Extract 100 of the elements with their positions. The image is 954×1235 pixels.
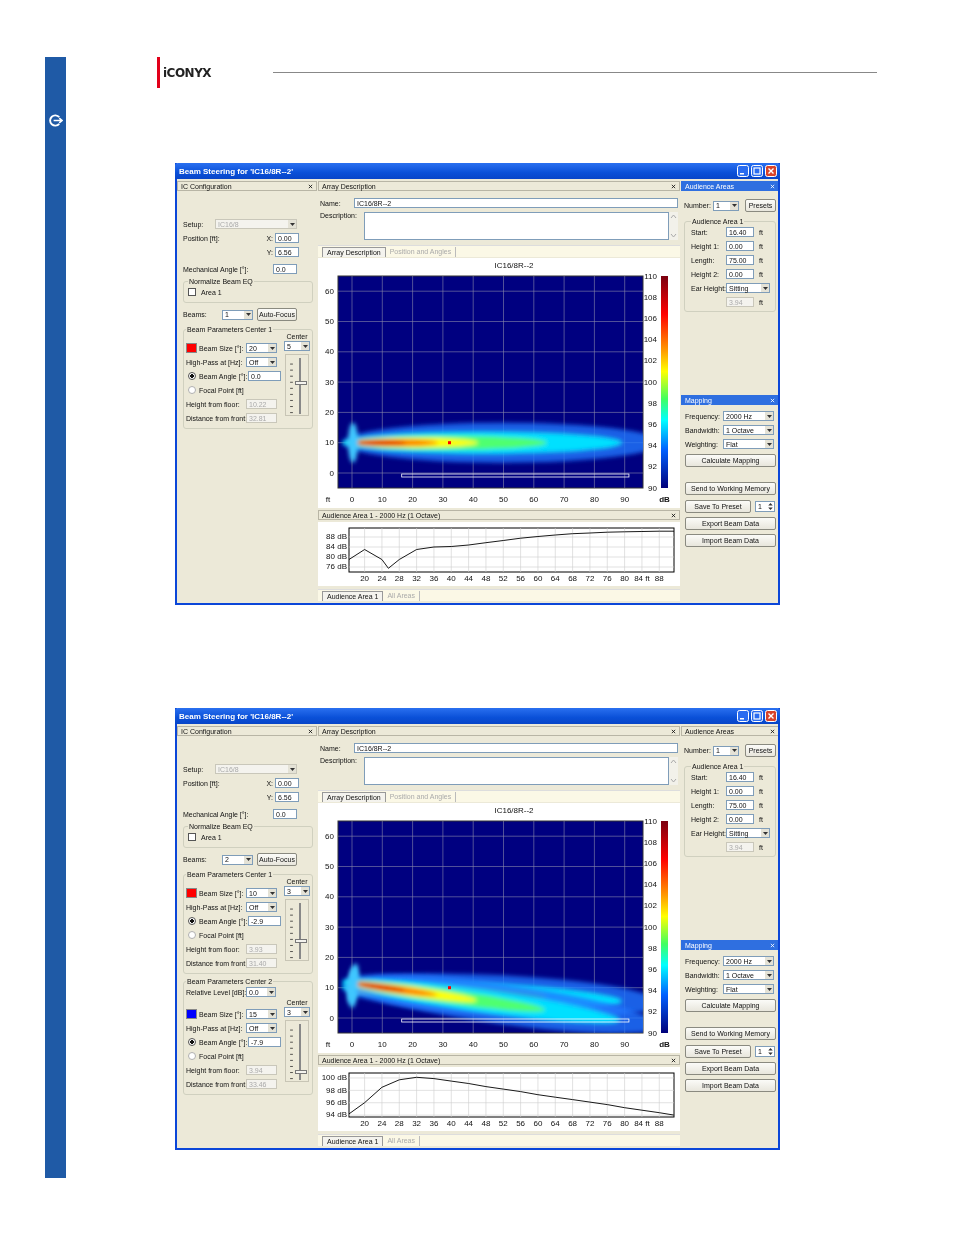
text-area[interactable] <box>364 757 669 785</box>
radio-button[interactable] <box>188 1038 196 1046</box>
axis-label: 76 <box>602 1119 612 1128</box>
axis-label: 80 <box>589 1040 599 1049</box>
caret-icon <box>762 831 768 835</box>
axis-label: 100 dB <box>321 1073 347 1083</box>
spinner-icon[interactable] <box>767 1046 774 1056</box>
axis-label: 80 <box>620 1119 630 1128</box>
axis-label: 36 <box>429 574 439 583</box>
axis-label: 0 <box>329 468 334 478</box>
axis-label: 60 <box>529 495 539 504</box>
caret-icon <box>269 1012 275 1016</box>
minimize-button[interactable] <box>737 165 749 177</box>
axis-label: 60 <box>325 831 334 841</box>
axis-label: 76 <box>602 574 612 583</box>
close-icon[interactable] <box>308 728 313 734</box>
scale-label: 110 <box>644 272 657 281</box>
radio-button[interactable] <box>188 1052 196 1060</box>
axis-label: 40 <box>468 1040 478 1049</box>
color-swatch[interactable] <box>186 1009 197 1019</box>
scale-label: 106 <box>643 858 657 868</box>
axis-label: 50 <box>499 495 508 504</box>
axis-label: 50 <box>325 862 334 871</box>
axis-label: 20 <box>360 574 370 583</box>
axis-label: 28 <box>394 574 404 583</box>
scale-label: 92 <box>648 1007 657 1017</box>
color-swatch[interactable] <box>186 343 197 353</box>
close-icon[interactable] <box>671 1057 676 1063</box>
caret-icon <box>766 428 772 432</box>
caret-icon <box>302 1010 308 1014</box>
axis-label: 88 dB <box>326 532 347 542</box>
close-icon[interactable] <box>671 183 676 189</box>
axis-label: 80 <box>589 495 599 504</box>
close-icon[interactable] <box>671 728 676 734</box>
caret-icon <box>269 1026 275 1030</box>
caret-icon <box>766 442 772 446</box>
scale-label: 98 <box>648 943 657 953</box>
close-icon[interactable] <box>770 728 775 734</box>
minimize-button[interactable] <box>737 710 749 722</box>
caret-icon <box>289 222 295 226</box>
axis-label: 76 dB <box>326 562 347 572</box>
maximize-button[interactable] <box>751 165 763 177</box>
radio-button[interactable] <box>188 931 196 939</box>
radio-button[interactable] <box>188 372 196 380</box>
scale-label: 94 <box>648 986 657 996</box>
plot-title: IC16/8R--2 <box>493 260 535 272</box>
axis-label: 80 <box>620 574 630 583</box>
axis-label: 72 <box>585 574 595 583</box>
axis-label: 50 <box>325 317 334 326</box>
axis-label: 60 <box>529 1040 539 1049</box>
slider-thumb[interactable] <box>295 1070 307 1074</box>
text-area[interactable] <box>364 212 669 240</box>
caret-icon <box>766 959 772 963</box>
axis-label: 44 <box>464 1119 474 1128</box>
color-swatch[interactable] <box>186 888 197 898</box>
scale-label: 104 <box>643 880 657 890</box>
axis-label: 52 <box>498 1119 508 1128</box>
radio-button[interactable] <box>188 917 196 925</box>
scale-label: 98 <box>648 398 657 408</box>
axis-label: 60 <box>533 574 543 583</box>
axis-label: 10 <box>377 495 387 504</box>
axis-label: 30 <box>438 1040 448 1049</box>
caret-icon <box>302 344 308 348</box>
axis-label: 30 <box>325 922 334 932</box>
axis-label: 52 <box>498 574 508 583</box>
slider-thumb[interactable] <box>295 380 307 385</box>
maximize-button[interactable] <box>751 710 763 722</box>
axis-label: 10 <box>325 983 334 993</box>
scale-label: 90 <box>648 1028 657 1038</box>
scale-label: 108 <box>643 292 657 302</box>
axis-label: 84 ft <box>634 1119 650 1128</box>
close-button[interactable] <box>765 165 777 177</box>
close-button[interactable] <box>765 710 777 722</box>
axis-label: 80 dB <box>326 552 347 562</box>
caret-icon <box>269 891 275 895</box>
axis-label: 98 dB <box>326 1085 347 1095</box>
radio-button[interactable] <box>188 386 196 394</box>
scroll-bar[interactable] <box>669 757 678 785</box>
scale-unit: dB <box>659 1040 670 1049</box>
close-icon[interactable] <box>308 183 313 189</box>
close-icon[interactable] <box>671 512 676 518</box>
checkbox[interactable] <box>188 288 196 296</box>
scale-label: 94 <box>648 441 657 451</box>
axis-label: 40 <box>446 574 456 583</box>
scale-label: 102 <box>643 901 657 911</box>
scroll-bar[interactable] <box>669 212 678 240</box>
axis-label: 84 ft <box>634 574 650 583</box>
scale-label: 90 <box>648 483 657 493</box>
axis-label: 20 <box>408 495 418 504</box>
axis-label: 40 <box>325 347 334 357</box>
slider-thumb[interactable] <box>295 938 307 943</box>
axis-label: 70 <box>559 495 569 504</box>
axis-label: 24 <box>377 574 387 583</box>
caret-icon <box>245 858 251 861</box>
axis-label: 94 dB <box>326 1110 347 1120</box>
checkbox[interactable] <box>188 833 196 841</box>
axis-label: 0 <box>329 1013 334 1023</box>
beam-marker <box>448 441 451 445</box>
spinner-icon[interactable] <box>767 501 774 511</box>
axis-label: 32 <box>412 574 422 583</box>
